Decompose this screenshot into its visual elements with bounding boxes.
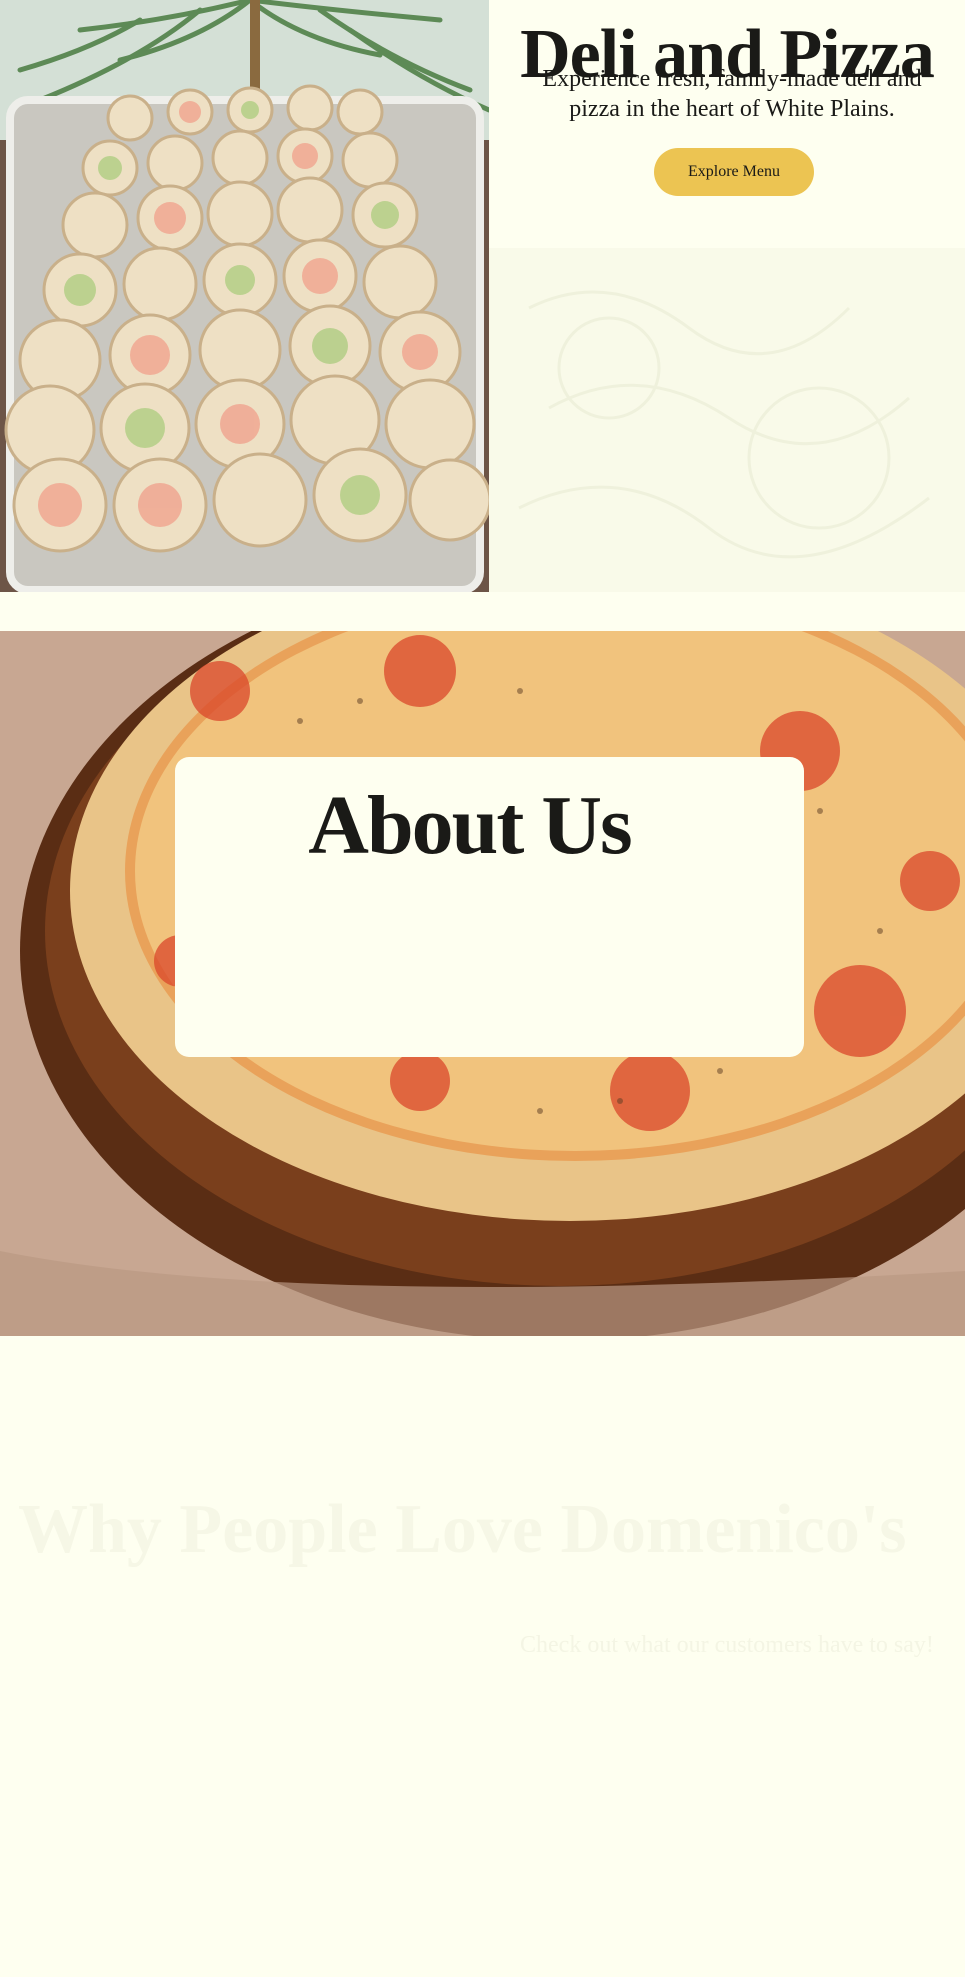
hero-subtitle: Experience fresh, family-made deli and p… xyxy=(542,66,922,122)
leaf-pattern-illustration xyxy=(518,290,930,559)
explore-menu-button[interactable]: Explore Menu xyxy=(654,148,814,196)
reviews-title: Why People Love Domenico's xyxy=(18,1491,907,1568)
about-card: About Us xyxy=(175,757,804,1057)
hero-section: Deli and Pizza Experience fresh, family-… xyxy=(0,0,965,592)
reviews-intro: Check out what our customers have to say… xyxy=(520,1632,934,1658)
decorative-pattern xyxy=(489,248,965,592)
hero-text-panel: Deli and Pizza Experience fresh, family-… xyxy=(489,0,965,248)
about-title: About Us xyxy=(308,779,632,872)
wraps-platter-image xyxy=(0,0,489,592)
palm-and-wraps-illustration xyxy=(0,0,489,592)
about-section: About Us xyxy=(0,631,965,1336)
